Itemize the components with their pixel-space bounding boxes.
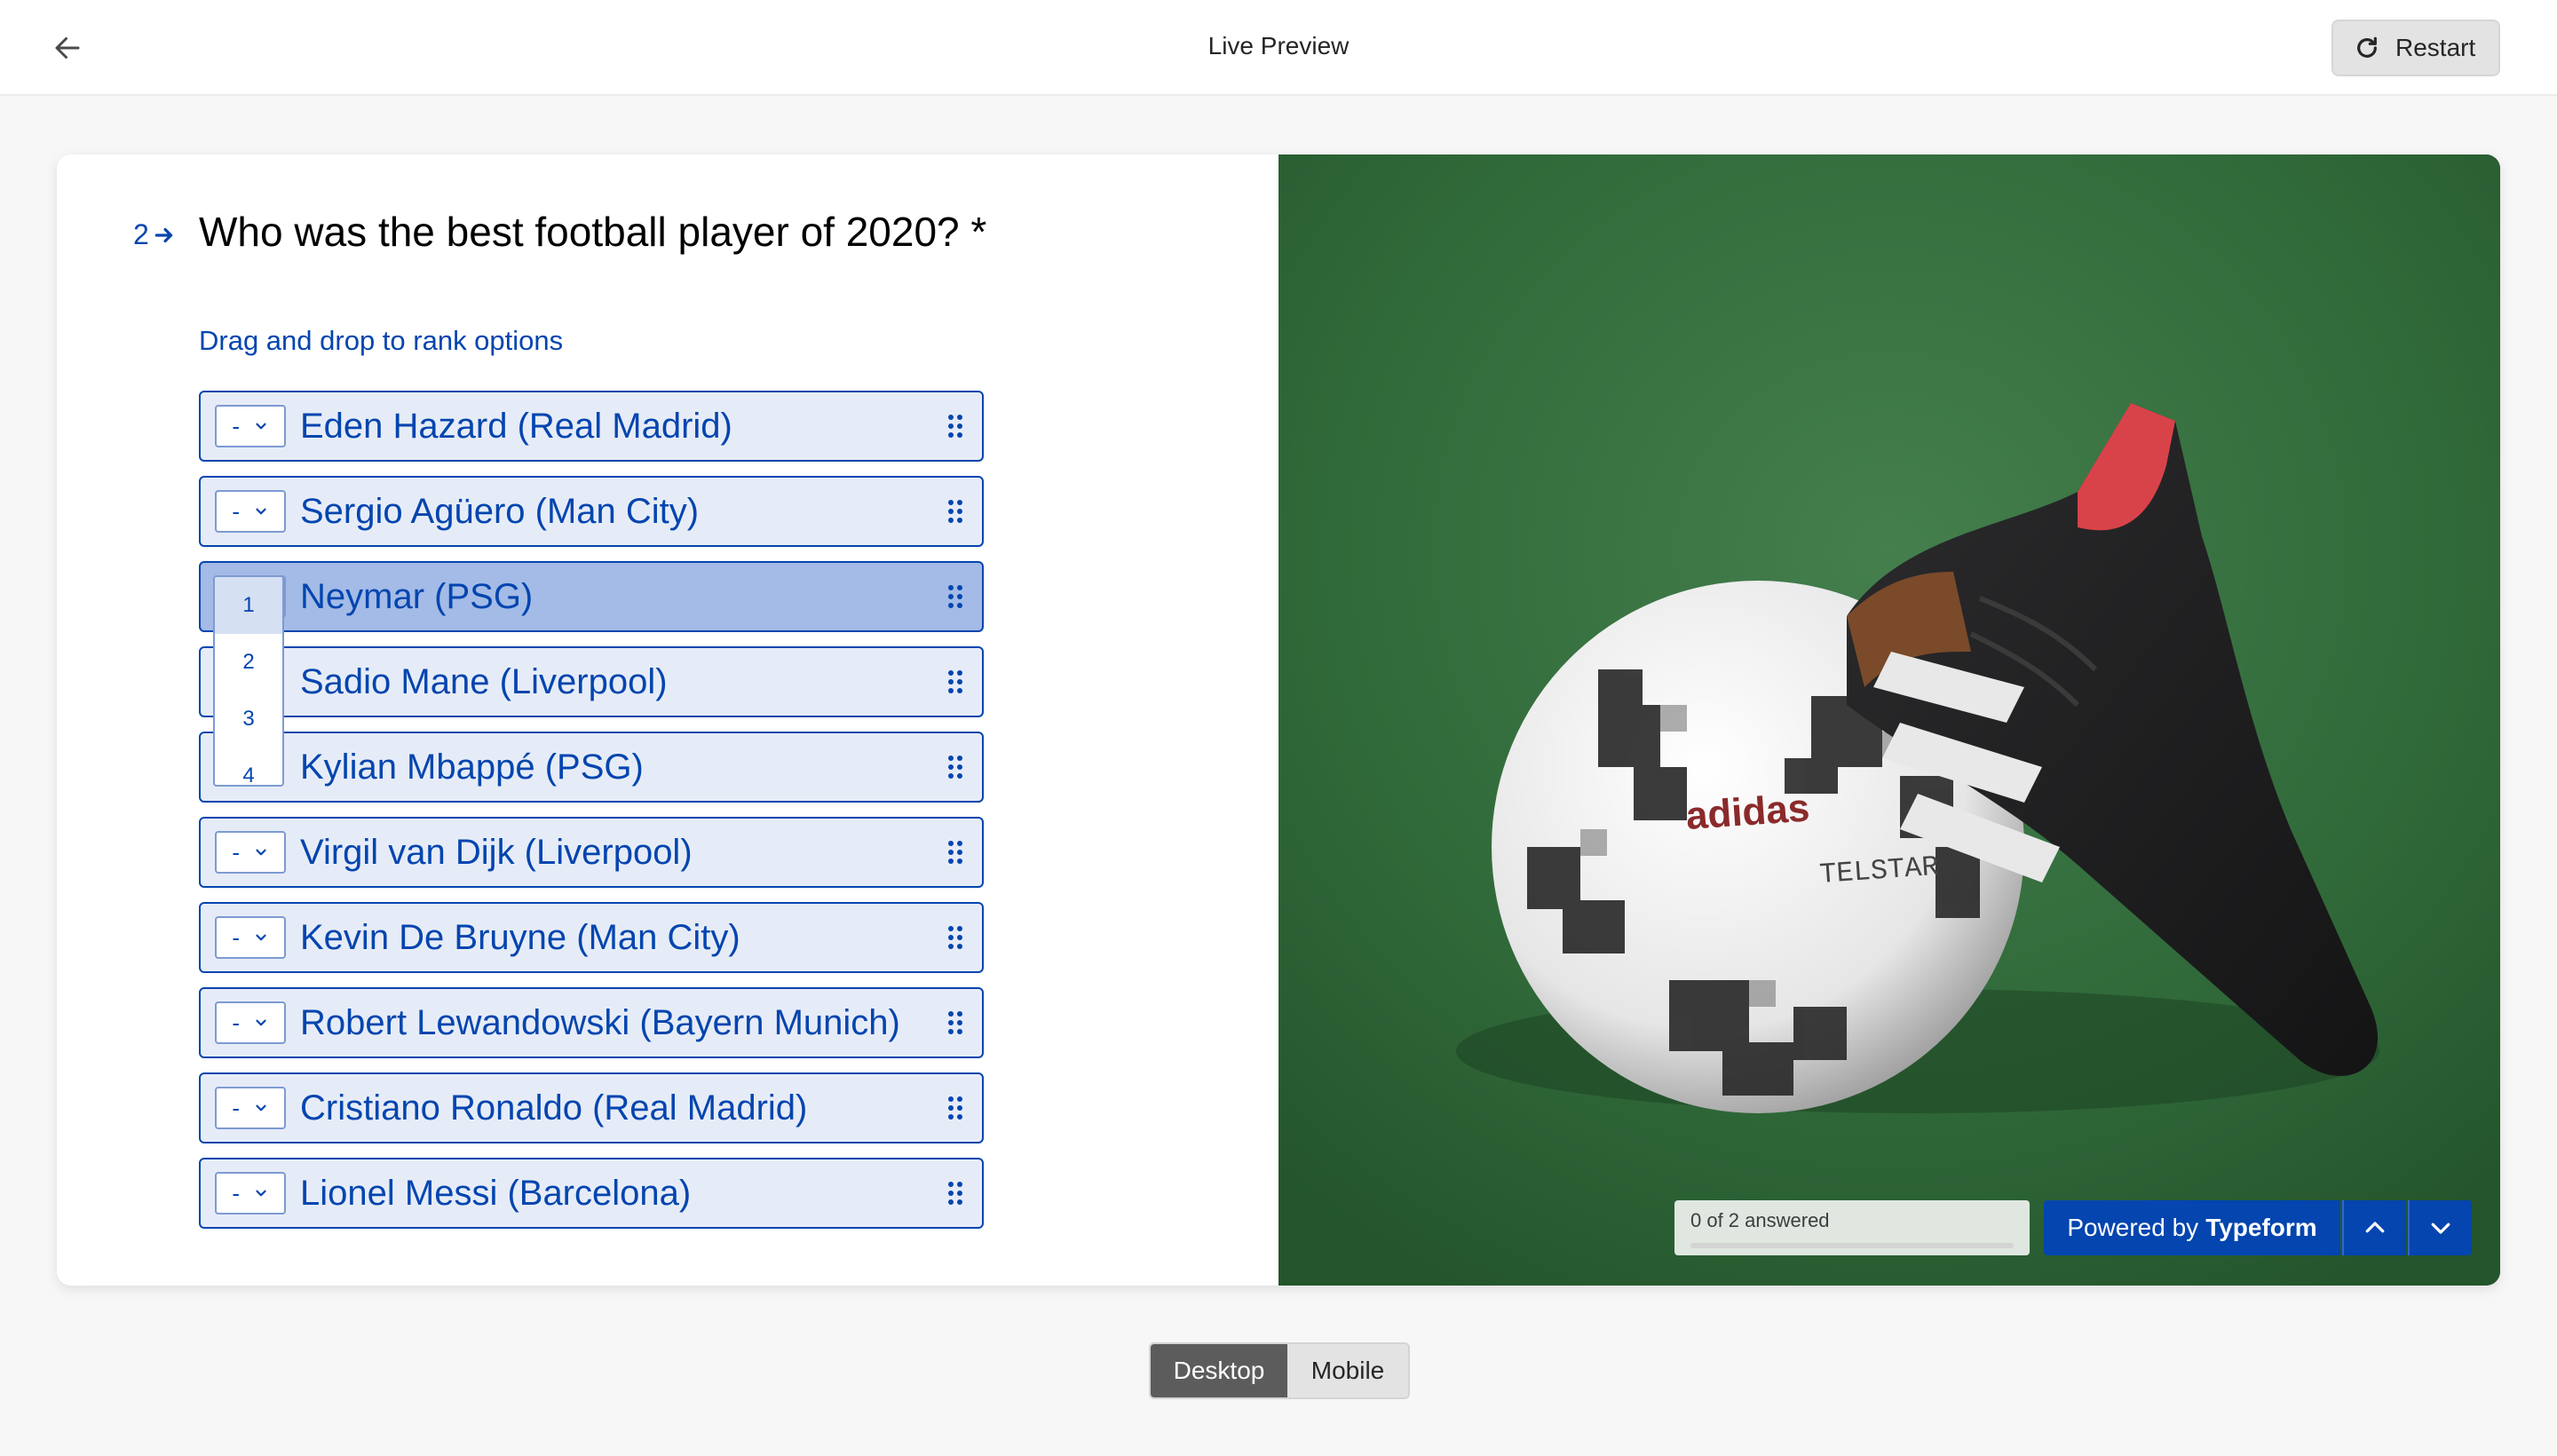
rank-select-value: - [232,412,240,439]
chevron-down-icon [256,1190,266,1197]
drag-handle-icon[interactable] [941,1179,970,1207]
ranking-option[interactable]: - Virgil van Dijk (Liverpool) [199,817,984,888]
rank-dropdown-menu: 1234 [213,575,284,787]
ranking-option[interactable]: - Eden Hazard (Real Madrid) [199,391,984,462]
chevron-down-icon [256,849,266,856]
rank-select-value: - [232,1179,240,1207]
ranking-option-label: Eden Hazard (Real Madrid) [300,407,732,446]
ranking-option[interactable]: - Sergio Agüero (Man City) [199,476,984,547]
rank-select-value: - [232,838,240,866]
ranking-option-label: Neymar (PSG) [300,577,534,616]
ranking-option[interactable]: - Kevin De Bruyne (Man City) [199,902,984,973]
question-number: 2 [133,218,176,251]
mobile-view-button[interactable]: Mobile [1287,1344,1408,1397]
top-bar: Live Preview Restart [0,0,2557,96]
drag-handle-icon[interactable] [941,838,970,866]
ranking-option-label: Lionel Messi (Barcelona) [300,1174,692,1213]
rank-dropdown-option[interactable]: 4 [215,748,282,785]
drag-handle-icon[interactable] [941,497,970,526]
rank-select-value: - [232,1094,240,1121]
next-question-button[interactable] [2408,1200,2472,1255]
form-preview-card: 2 Who was the best football player of 20… [57,154,2500,1286]
ranking-option[interactable]: Sadio Mane (Liverpool) [199,646,984,717]
ranking-option-label: Sergio Agüero (Man City) [300,492,700,531]
progress-indicator: 0 of 2 answered [1674,1200,2030,1255]
rank-select[interactable]: - [215,831,286,874]
previous-question-button[interactable] [2342,1200,2406,1255]
chevron-down-icon [256,1019,266,1026]
chevron-up-icon [2365,1222,2385,1233]
chevron-down-icon [256,423,266,430]
rank-dropdown-option[interactable]: 1 [215,577,282,634]
chevron-down-icon [256,508,266,515]
football-and-boots-image: adidas TELSTAR [1278,154,2500,1286]
arrow-right-icon [154,227,173,242]
ranking-option-label: Kevin De Bruyne (Man City) [300,918,740,957]
ranking-option-label: Virgil van Dijk (Liverpool) [300,833,693,872]
rank-dropdown-option[interactable]: 3 [215,691,282,748]
drag-handle-icon[interactable] [941,923,970,952]
rank-select[interactable]: - [215,1172,286,1215]
drag-handle-icon[interactable] [941,412,970,440]
rank-select[interactable]: - [215,405,286,447]
cover-image: adidas TELSTAR [1278,154,2500,1286]
ranking-option[interactable]: - Cristiano Ronaldo (Real Madrid) [199,1072,984,1143]
progress-text: 0 of 2 answered [1690,1209,1830,1231]
chevron-down-icon [2431,1223,2450,1234]
ranking-option[interactable]: - Robert Lewandowski (Bayern Munich) [199,987,984,1058]
ball-brand-text: adidas [1684,786,1810,838]
powered-by-prefix: Powered by [2067,1214,2199,1241]
drag-handle-icon[interactable] [941,668,970,696]
rank-select[interactable]: - [215,490,286,533]
question-instructions: Drag and drop to rank options [199,325,564,356]
ranking-option-label: Cristiano Ronaldo (Real Madrid) [300,1088,808,1128]
ranking-option[interactable]: - Lionel Messi (Barcelona) [199,1158,984,1229]
chevron-down-icon [256,1104,266,1112]
device-toggle: Desktop Mobile [1149,1342,1410,1399]
desktop-view-button[interactable]: Desktop [1151,1344,1287,1397]
refresh-icon [2357,36,2377,58]
ranking-option[interactable]: -Neymar (PSG) [199,561,984,632]
ranking-option-label: Kylian Mbappé (PSG) [300,748,644,787]
drag-handle-icon[interactable] [941,753,970,781]
drag-handle-icon[interactable] [941,582,970,611]
ranking-option-label: Sadio Mane (Liverpool) [300,662,668,701]
ranking-option-label: Robert Lewandowski (Bayern Munich) [300,1003,900,1042]
ranking-option[interactable]: Kylian Mbappé (PSG) [199,732,984,803]
rank-select-value: - [232,1009,240,1036]
restart-button[interactable]: Restart [2331,20,2500,76]
drag-handle-icon[interactable] [941,1009,970,1037]
rank-dropdown-option[interactable]: 2 [215,634,282,691]
rank-select[interactable]: - [215,1001,286,1044]
question-number-value: 2 [133,218,149,250]
chevron-down-icon [256,934,266,941]
page-title: Live Preview [1207,32,1350,59]
rank-select[interactable]: - [215,916,286,959]
rank-select[interactable]: - [215,1087,286,1129]
rank-select-value: - [232,923,240,951]
question-title: Who was the best football player of 2020… [199,209,987,255]
rank-select-value: - [232,497,240,525]
progress-track [1690,1243,2014,1248]
restart-label: Restart [2395,34,2476,61]
powered-by-typeform-button[interactable]: Powered by Typeform [2044,1200,2340,1255]
powered-by-brand: Typeform [2205,1214,2317,1241]
drag-handle-icon[interactable] [941,1094,970,1122]
